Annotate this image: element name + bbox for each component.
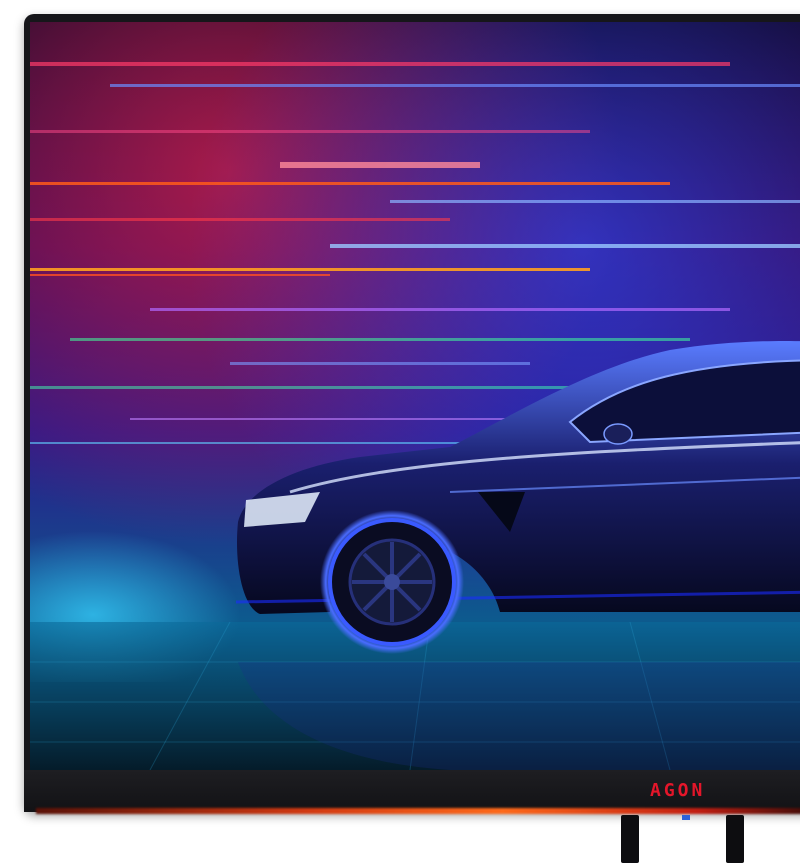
wallpaper-illustration <box>30 22 800 770</box>
stand-leg-right <box>726 815 744 863</box>
brand-logo: AGON <box>650 780 706 801</box>
monitor-screen <box>30 22 800 770</box>
monitor-chin: AGON <box>24 770 800 814</box>
stand-cable-clip <box>682 815 690 820</box>
stand-leg-left <box>621 815 639 863</box>
gaming-monitor: AGON <box>24 14 800 814</box>
ambient-light-strip <box>36 808 800 814</box>
